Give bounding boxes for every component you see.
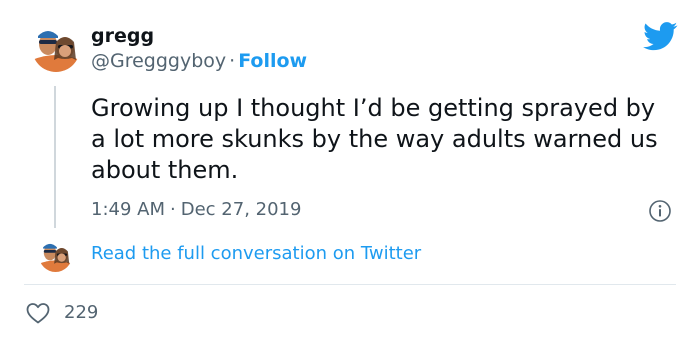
heart-icon[interactable] — [25, 301, 51, 325]
handle-row: @Gregggyboy · Follow — [91, 49, 307, 73]
conversation-avatar[interactable] — [39, 239, 72, 272]
tweet-time[interactable]: 1:49 AM — [91, 199, 165, 220]
user-handle[interactable]: @Gregggyboy — [91, 50, 226, 72]
tweet-text: Growing up I thought I’d be getting spra… — [91, 94, 658, 184]
display-name[interactable]: gregg — [91, 24, 154, 48]
handle-separator: · — [229, 50, 236, 72]
twitter-bird-icon[interactable] — [643, 22, 678, 51]
info-icon[interactable] — [648, 199, 672, 223]
timestamp[interactable]: 1:49 AM · Dec 27, 2019 — [91, 198, 301, 222]
read-conversation-link[interactable]: Read the full conversation on Twitter — [91, 242, 421, 266]
timestamp-separator: · — [170, 199, 176, 220]
tweet-date[interactable]: Dec 27, 2019 — [181, 199, 302, 220]
tweet-card: gregg @Gregggyboy · Follow Growing up I th… — [0, 0, 700, 339]
like-count: 229 — [64, 302, 99, 323]
follow-button[interactable]: Follow — [238, 50, 307, 72]
divider — [24, 284, 676, 285]
thread-line — [54, 86, 56, 228]
avatar[interactable] — [32, 24, 80, 72]
